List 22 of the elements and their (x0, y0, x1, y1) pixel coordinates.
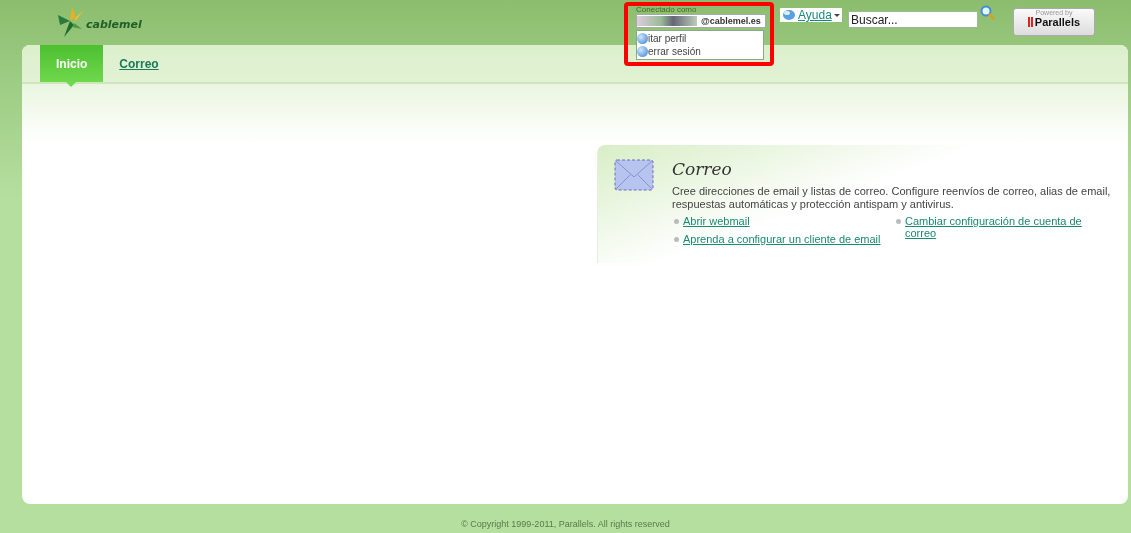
brand-icon (1027, 17, 1033, 27)
user-name-field: @cablemel.es (636, 14, 766, 28)
card-description: Cree direcciones de email y listas de correo. Configure reenvíos de correo, alias de email, respuestas automáticas y protección antispam y antivirus. (672, 185, 1112, 211)
globe-icon (637, 46, 648, 57)
card-link[interactable]: Cambiar configuración de cuenta de correo (905, 215, 1094, 239)
search-icon[interactable] (980, 5, 996, 21)
search-field[interactable]: Buscar... (848, 11, 978, 28)
card-title: Correo (672, 159, 733, 179)
globe-icon (782, 9, 796, 21)
bullet-icon (896, 219, 901, 224)
connected-label: Conectado como (636, 5, 698, 14)
bullet-icon (674, 237, 679, 242)
nav-tab[interactable]: Correo (103, 45, 175, 82)
logo-text: cablemel (86, 17, 142, 31)
menu-item[interactable]: itar perfil (648, 33, 687, 44)
menu-item[interactable]: errar sesión (648, 46, 701, 57)
globe-icon (637, 33, 648, 44)
card-link[interactable]: Aprenda a configurar un cliente de email (683, 233, 881, 245)
copyright-text: © Copyright 1999-2011, Parallels. All rights reserved (461, 519, 670, 529)
envelope-icon (614, 159, 654, 191)
bullet-icon (674, 219, 679, 224)
card-link[interactable]: Abrir webmail (683, 215, 750, 227)
